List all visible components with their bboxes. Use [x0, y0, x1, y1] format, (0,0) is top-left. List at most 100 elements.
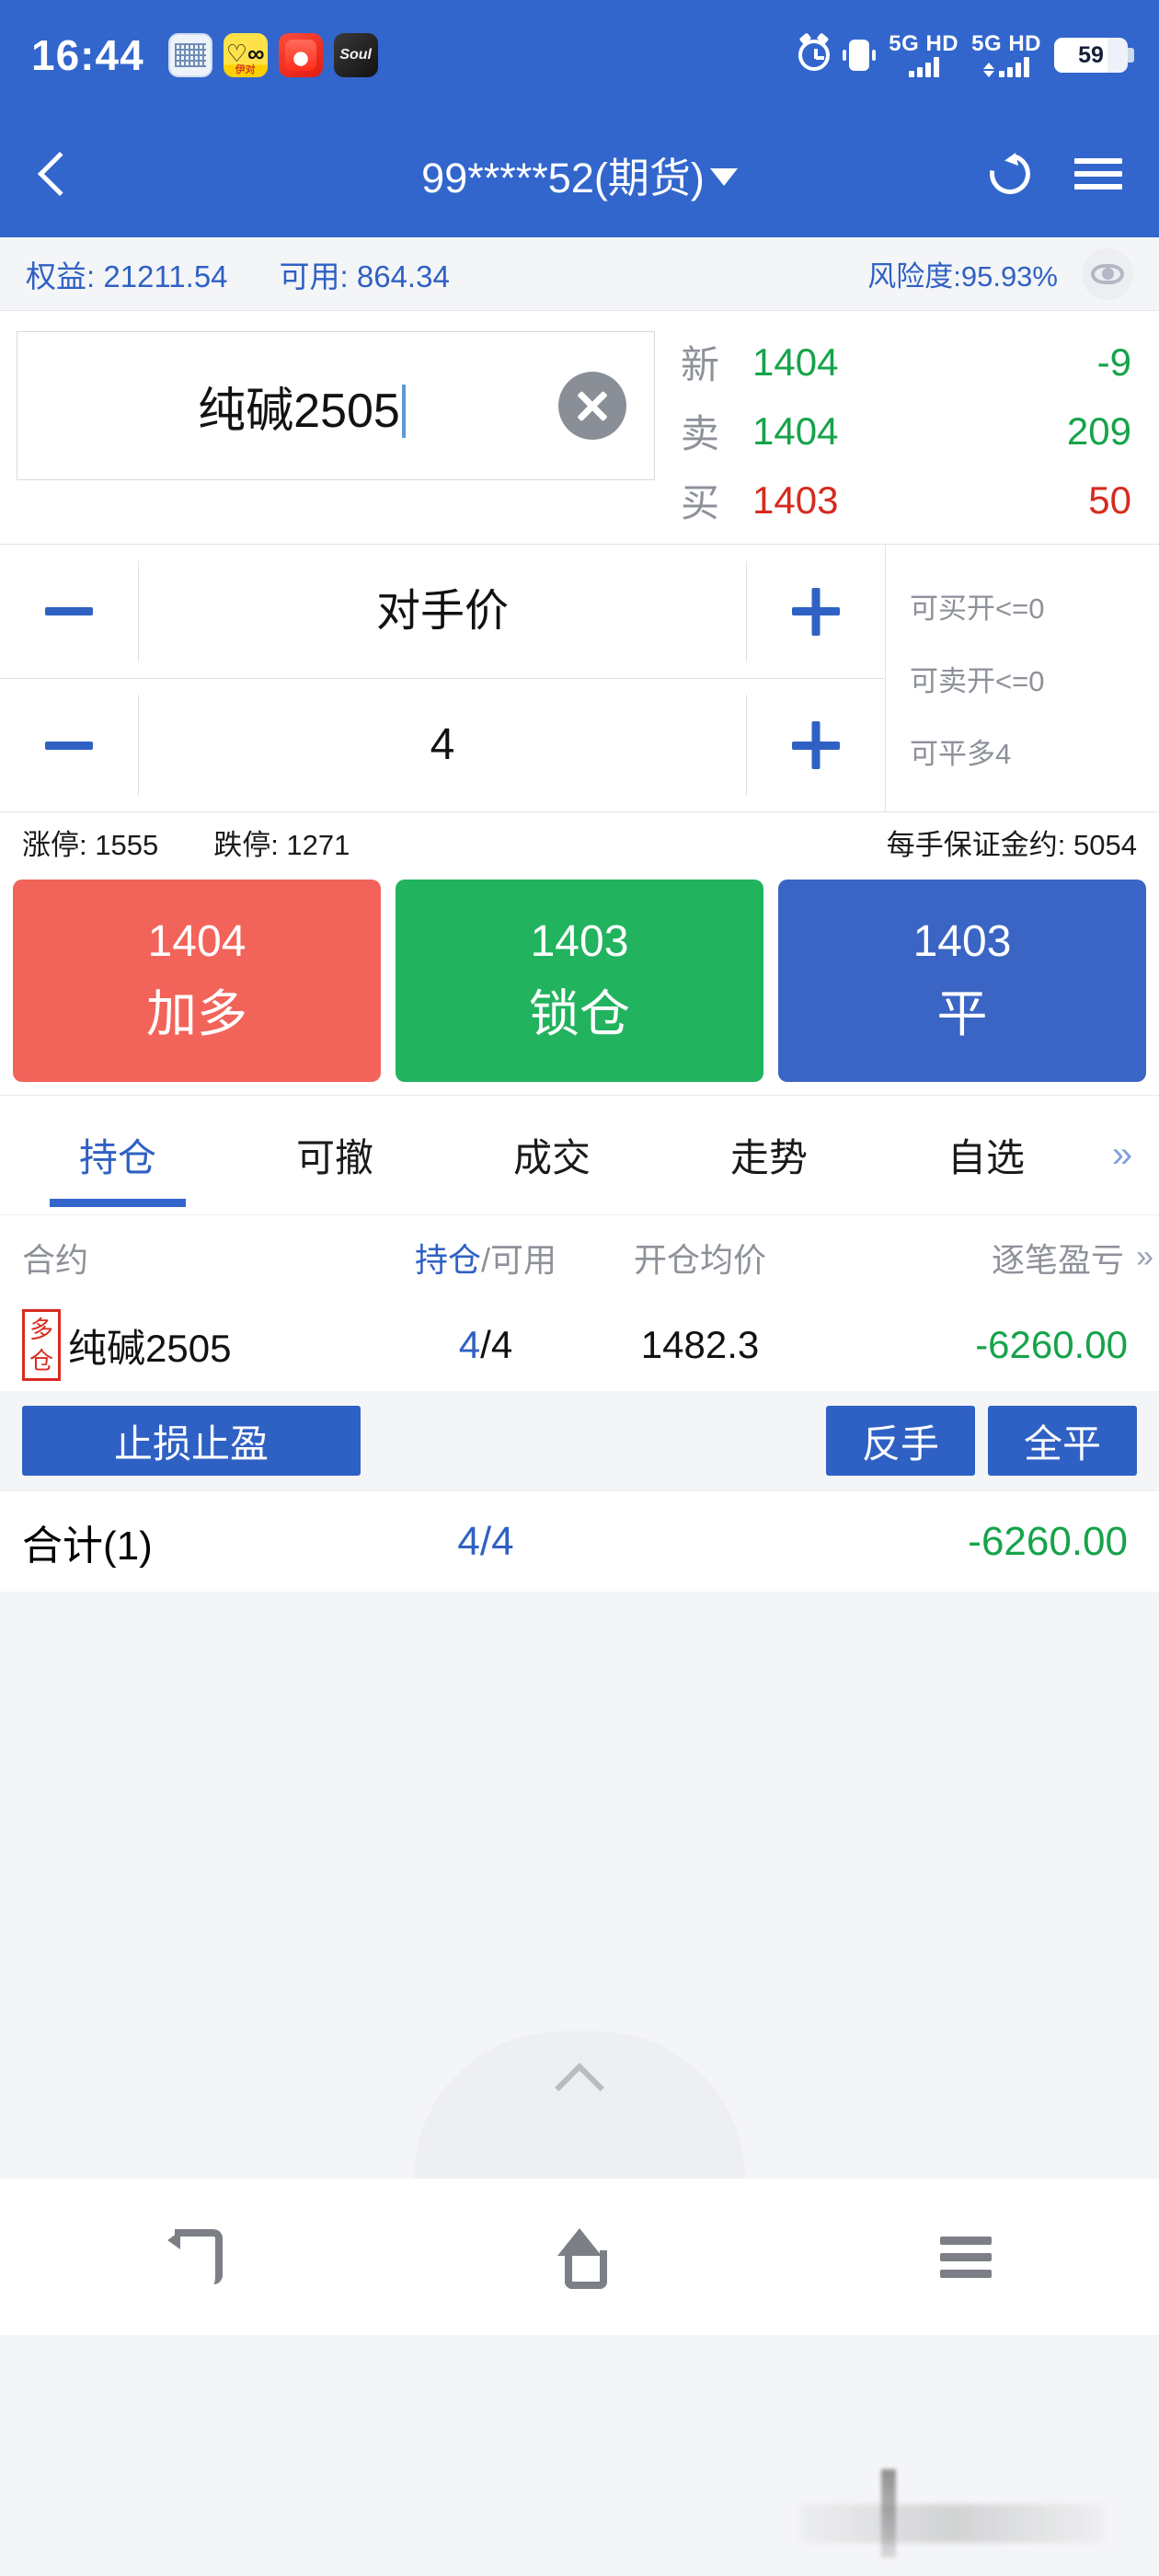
position-total-row: 合计(1) 4/4 -6260.00: [0, 1490, 1159, 1592]
quantity-plus-button[interactable]: [747, 741, 885, 750]
tab-cancelable[interactable]: 可撤: [226, 1096, 443, 1214]
close-all-button[interactable]: 全平: [988, 1406, 1137, 1476]
quantity-value[interactable]: 4: [138, 695, 747, 796]
quantity-minus-button[interactable]: [0, 741, 138, 750]
lock-position-button[interactable]: 1403 锁仓: [396, 880, 763, 1082]
quote-volume-bid: 50: [1088, 477, 1131, 522]
chevron-up-icon: [555, 2063, 604, 2112]
quote-price-ask[interactable]: 1404: [752, 409, 918, 454]
tab-trades[interactable]: 成交: [443, 1096, 660, 1214]
row-position-qty: 4: [458, 1323, 481, 1366]
quote-volume-ask: 209: [1066, 408, 1131, 453]
row-action-right-group: 反手 全平: [826, 1406, 1137, 1476]
eye-icon[interactable]: [1082, 247, 1133, 300]
plus-icon: [792, 741, 840, 750]
sim2-volte-label: HD: [1008, 31, 1041, 56]
status-bar: 16:44 ♡∞ 伊对 Soul 5G HD 5G HD 59: [0, 0, 1159, 110]
can-sell-open-label: 可卖开<=0: [910, 664, 1045, 697]
nav-recents-button[interactable]: [773, 2236, 1159, 2278]
long-position-badge-label: 多仓: [29, 1316, 53, 1374]
battery-level-label: 59: [1078, 41, 1104, 68]
close-position-label: 平: [936, 984, 988, 1042]
quote-panel: 新 1404 -9 卖 1404 209 买 1403 50: [671, 311, 1159, 544]
contract-search-input[interactable]: 纯碱2505: [17, 331, 655, 480]
search-and-quotes-row: 纯碱2505 新 1404 -9 卖 1404 209 买 1403 50: [0, 311, 1159, 544]
row-pnl: -6260.00: [975, 1323, 1128, 1366]
price-minus-button[interactable]: [0, 607, 138, 615]
quote-price-last[interactable]: 1404: [752, 340, 918, 385]
soul-app-icon: Soul: [333, 33, 378, 77]
pull-up-handle[interactable]: [414, 2031, 745, 2179]
header-available: /可用: [481, 1240, 557, 1279]
tab-holdings[interactable]: 持仓: [9, 1096, 226, 1214]
text-cursor: [401, 384, 406, 438]
nav-recents-icon: [940, 2236, 992, 2278]
phone-screen: 16:44 ♡∞ 伊对 Soul 5G HD 5G HD 59 99*****5…: [0, 0, 1159, 2576]
quote-price-bid[interactable]: 1403: [752, 478, 918, 523]
quote-label-last: 新: [681, 343, 720, 386]
margin-per-lot-label: 每手保证金约: 5054: [886, 829, 1137, 861]
tab-watchlist[interactable]: 自选: [878, 1096, 1095, 1214]
screen-smudge-2: [881, 2469, 896, 2558]
lock-position-label: 锁仓: [528, 984, 630, 1042]
nav-home-button[interactable]: [386, 2228, 773, 2289]
app-header-bar: 99*****52(期货): [0, 110, 1159, 237]
stop-loss-take-profit-button[interactable]: 止损止盈: [22, 1406, 361, 1476]
can-buy-open-label: 可买开<=0: [910, 592, 1045, 625]
back-chevron-icon[interactable]: [37, 151, 83, 197]
row-action-buttons: 止损止盈 反手 全平: [0, 1391, 1159, 1490]
account-summary-bar: 权益: 21211.54 可用: 864.34 风险度:95.93%: [0, 237, 1159, 311]
red-app-icon: [278, 33, 323, 77]
refresh-icon[interactable]: [981, 145, 1039, 202]
data-transfer-arrows-icon: [983, 63, 995, 77]
soul-app-label: Soul: [339, 47, 372, 63]
order-entry-panel: 纯碱2505 新 1404 -9 卖 1404 209 买 1403 50 对手…: [0, 311, 1159, 1095]
chevron-down-icon: [709, 167, 738, 186]
status-bar-app-icons: ♡∞ 伊对 Soul: [167, 33, 378, 77]
risk-degree-value: 风险度:95.93%: [867, 260, 1058, 293]
double-chevron-right-icon[interactable]: »: [1133, 1239, 1159, 1275]
table-row[interactable]: 多仓 纯碱2505 4/4 1482.3 -6260.00: [0, 1299, 1159, 1391]
vibrate-icon: [843, 40, 877, 71]
equity-value: 权益: 21211.54: [26, 259, 228, 293]
minus-icon: [45, 607, 93, 615]
row-position-cell: 4/4: [386, 1323, 585, 1367]
header-contract: 合约: [22, 1240, 89, 1279]
lock-position-price: 1403: [530, 916, 629, 966]
plus-icon: [792, 607, 840, 615]
price-value[interactable]: 对手价: [138, 560, 747, 662]
reverse-position-button[interactable]: 反手: [826, 1406, 975, 1476]
sim1-network-label: 5G: [889, 31, 920, 56]
close-position-button[interactable]: 1403 平: [778, 880, 1146, 1082]
add-long-button[interactable]: 1404 加多: [13, 880, 381, 1082]
sim1-volte-label: HD: [925, 31, 959, 56]
quote-label-bid: 买: [681, 481, 720, 524]
upper-limit-label: 涨停: 1555: [22, 829, 159, 861]
header-position-available[interactable]: 持仓/可用: [386, 1234, 585, 1282]
alarm-icon: [798, 40, 831, 71]
position-table-header: 合约 持仓/可用 开仓均价 逐笔盈亏 »: [0, 1214, 1159, 1299]
tab-trend[interactable]: 走势: [660, 1096, 878, 1214]
clear-circle-icon[interactable]: [558, 372, 626, 440]
can-close-long-label: 可平多4: [910, 737, 1012, 770]
close-position-price: 1403: [912, 916, 1012, 966]
price-plus-button[interactable]: [747, 607, 885, 615]
contract-search-value-wrap: 纯碱2505: [45, 372, 558, 441]
quote-row-ask: 卖 1404 209: [681, 403, 1131, 459]
battery-indicator: 59: [1054, 38, 1134, 73]
available-value: 可用: 864.34: [279, 259, 450, 293]
header-position: 持仓: [414, 1240, 481, 1279]
bottom-section-tabs: 持仓 可撤 成交 走势 自选 »: [0, 1095, 1159, 1214]
price-stepper: 对手价: [0, 545, 885, 678]
nav-back-button[interactable]: [0, 2229, 386, 2284]
list-menu-icon[interactable]: [1074, 158, 1122, 190]
account-title[interactable]: 99*****52(期货): [0, 144, 1159, 204]
empty-area: [0, 1592, 1159, 2179]
quote-row-last: 新 1404 -9: [681, 334, 1131, 390]
minus-icon: [45, 741, 93, 750]
status-bar-indicators: 5G HD 5G HD 59: [798, 31, 1134, 77]
double-chevron-right-icon[interactable]: »: [1095, 1134, 1150, 1176]
sim2-network-label: 5G: [971, 31, 1003, 56]
row-avg-price: 1482.3: [640, 1323, 760, 1366]
quote-label-ask: 卖: [681, 412, 720, 455]
